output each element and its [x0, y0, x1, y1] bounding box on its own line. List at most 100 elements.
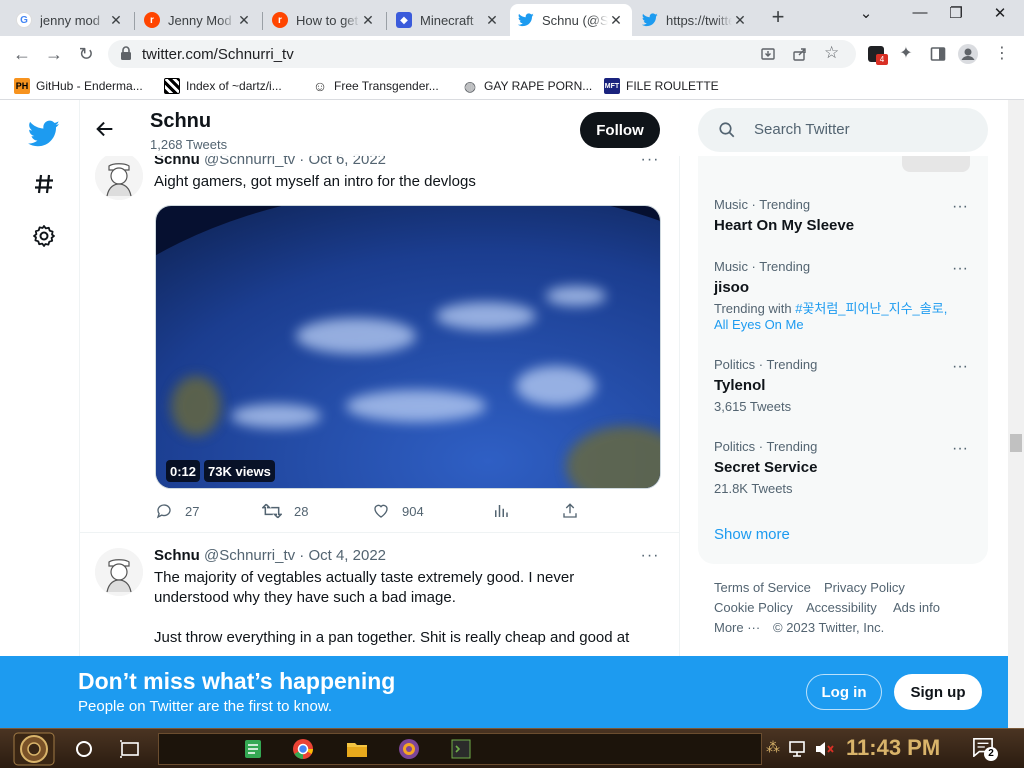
show-more-link[interactable]: Show more	[714, 526, 790, 543]
volume-muted-icon[interactable]	[812, 737, 836, 761]
url-text: twitter.com/Schnurri_tv	[142, 46, 294, 63]
browser-menu-icon[interactable]: ⋮	[992, 44, 1012, 64]
close-tab-icon[interactable]: ✕	[732, 12, 748, 29]
settings-gear-icon[interactable]	[32, 224, 56, 248]
scrollbar-thumb[interactable]	[1010, 434, 1022, 452]
share-upload-icon	[563, 503, 577, 518]
avatar[interactable]	[95, 548, 143, 596]
footer-accessibility-link[interactable]: Accessibility	[806, 600, 877, 615]
tab-separator	[386, 12, 387, 30]
tweet-more-icon[interactable]: ···	[638, 547, 662, 565]
tweet-date[interactable]: Oct 4, 2022	[308, 547, 386, 564]
follow-button[interactable]: Follow	[580, 112, 660, 148]
trend-more-icon[interactable]: ···	[952, 358, 968, 376]
close-tab-icon[interactable]: ✕	[360, 12, 376, 29]
analytics-bars-icon	[495, 505, 508, 517]
bookmark-globe-site[interactable]: ◍ GAY RAPE PORN...	[462, 77, 592, 95]
like-button[interactable]: 904	[372, 502, 424, 520]
tab-twitter-url[interactable]: https://twitter.com ✕	[634, 4, 756, 36]
trend-more-icon[interactable]: ···	[952, 198, 968, 216]
install-app-icon[interactable]	[760, 46, 776, 62]
tweet-author-handle[interactable]: @Schnurri_tv	[204, 547, 295, 564]
close-tab-icon[interactable]: ✕	[484, 12, 500, 29]
tab-jenny-mod-google[interactable]: G jenny mod ✕	[8, 4, 132, 36]
close-tab-icon[interactable]: ✕	[108, 12, 124, 29]
explore-hashtag-icon[interactable]	[32, 172, 56, 196]
search-circle-icon[interactable]	[72, 737, 96, 761]
terminal-app-icon[interactable]	[449, 737, 473, 761]
login-button[interactable]: Log in	[806, 674, 882, 710]
footer-ads-info-link[interactable]: Ads info	[893, 600, 940, 615]
bookmark-free-transgender[interactable]: ☺ Free Transgender...	[312, 77, 439, 95]
forward-button[interactable]: →	[40, 40, 68, 68]
left-nav	[0, 100, 80, 728]
bookmark-file-roulette[interactable]: MFT FILE ROULETTE	[604, 77, 719, 95]
taskbar-apps	[158, 733, 762, 765]
timeline: Schnu @Schnurri_tv · Oct 6, 2022 ··· Aig…	[80, 100, 680, 728]
profile-tweet-count: 1,268 Tweets	[150, 137, 228, 152]
tweet-author-name[interactable]: Schnu	[154, 547, 200, 564]
banner-subtext: People on Twitter are the first to know.	[78, 698, 333, 715]
tab-search-chevron-icon[interactable]: ⌄	[846, 4, 886, 28]
analytics-button[interactable]	[492, 502, 522, 520]
search-placeholder: Search Twitter	[754, 121, 850, 138]
address-bar[interactable]: twitter.com/Schnurri_tv ☆	[108, 40, 856, 68]
close-tab-icon[interactable]: ✕	[236, 12, 252, 29]
extension-icon[interactable]: 4	[866, 44, 888, 65]
footer-more-link[interactable]: More ···	[714, 620, 760, 635]
back-button[interactable]: ←	[8, 40, 36, 68]
new-tab-button[interactable]: +	[766, 6, 790, 30]
bookmark-github[interactable]: PH GitHub - Enderma...	[14, 77, 143, 95]
tray-overflow-icon[interactable]: ⁂	[766, 739, 780, 756]
chrome-app-icon[interactable]	[291, 737, 315, 761]
tweet-video[interactable]: 0:12 73K views	[155, 205, 661, 489]
start-button-icon[interactable]	[12, 731, 56, 767]
close-tab-icon[interactable]: ✕	[608, 12, 624, 29]
trend-related-link[interactable]: All Eyes On Me	[714, 317, 804, 332]
footer-privacy-link[interactable]: Privacy Policy	[824, 580, 905, 595]
profile-avatar-icon[interactable]	[958, 44, 978, 64]
extensions-puzzle-icon[interactable]: ✦	[896, 44, 916, 64]
google-icon: G	[16, 12, 32, 28]
network-icon[interactable]	[786, 737, 810, 761]
twitter-logo-icon[interactable]	[28, 118, 60, 150]
reload-button[interactable]: ↻	[72, 40, 100, 68]
trend-more-icon[interactable]: ···	[952, 260, 968, 278]
page-scrollbar[interactable]	[1008, 100, 1024, 728]
profile-header-bar: Schnu 1,268 Tweets Follow	[80, 100, 680, 156]
side-panel-icon[interactable]	[928, 44, 948, 64]
bookmark-star-icon[interactable]: ☆	[824, 43, 839, 63]
trend-more-icon[interactable]: ···	[952, 440, 968, 458]
bookmark-index-of[interactable]: Index of ~dartz/i...	[164, 77, 282, 95]
shield-icon: ◆	[396, 12, 412, 28]
retweet-button[interactable]: 28	[262, 502, 308, 520]
share-tweet-button[interactable]	[561, 502, 591, 520]
tab-schnu-active[interactable]: Schnu (@Schnurri_tv) ✕	[510, 4, 632, 36]
twitter-icon	[642, 12, 658, 28]
tweet-text-line: Just throw everything in a pan together.…	[154, 629, 630, 646]
tab-jenny-mod-reddit[interactable]: r Jenny Mod ✕	[136, 4, 260, 36]
share-icon[interactable]	[792, 46, 808, 62]
footer-terms-link[interactable]: Terms of Service	[714, 580, 811, 595]
avatar[interactable]	[95, 152, 143, 200]
minimize-button[interactable]: —	[900, 4, 940, 28]
task-view-icon[interactable]	[118, 737, 142, 761]
tor-browser-icon[interactable]	[397, 737, 421, 761]
search-box[interactable]: Search Twitter	[698, 108, 988, 152]
restore-button[interactable]: ❐	[936, 4, 976, 28]
reply-button[interactable]: 27	[155, 502, 199, 520]
back-arrow-icon[interactable]	[94, 118, 116, 140]
taskbar-clock[interactable]: 11:43 PM	[846, 735, 940, 761]
tab-minecraft[interactable]: ◆ Minecraft ✕	[388, 4, 508, 36]
twitter-page: Schnu 1,268 Tweets Follow Schnu @Schnurr…	[0, 100, 1008, 728]
sheets-app-icon[interactable]	[241, 737, 265, 761]
tab-how-to-get[interactable]: r How to get ✕	[264, 4, 384, 36]
trend-thumbnail	[902, 156, 970, 172]
trend-hashtag-link[interactable]: #꽃처럼_피어난_지수_솔로,	[795, 301, 947, 316]
signup-button[interactable]: Sign up	[894, 674, 982, 710]
footer-cookie-link[interactable]: Cookie Policy	[714, 600, 793, 615]
tweet[interactable]: Schnu @Schnurri_tv · Oct 6, 2022 ··· Aig…	[80, 100, 680, 530]
file-explorer-icon[interactable]	[345, 737, 369, 761]
notifications-button[interactable]: 2	[972, 737, 1000, 761]
close-window-button[interactable]: ✕	[980, 4, 1020, 28]
